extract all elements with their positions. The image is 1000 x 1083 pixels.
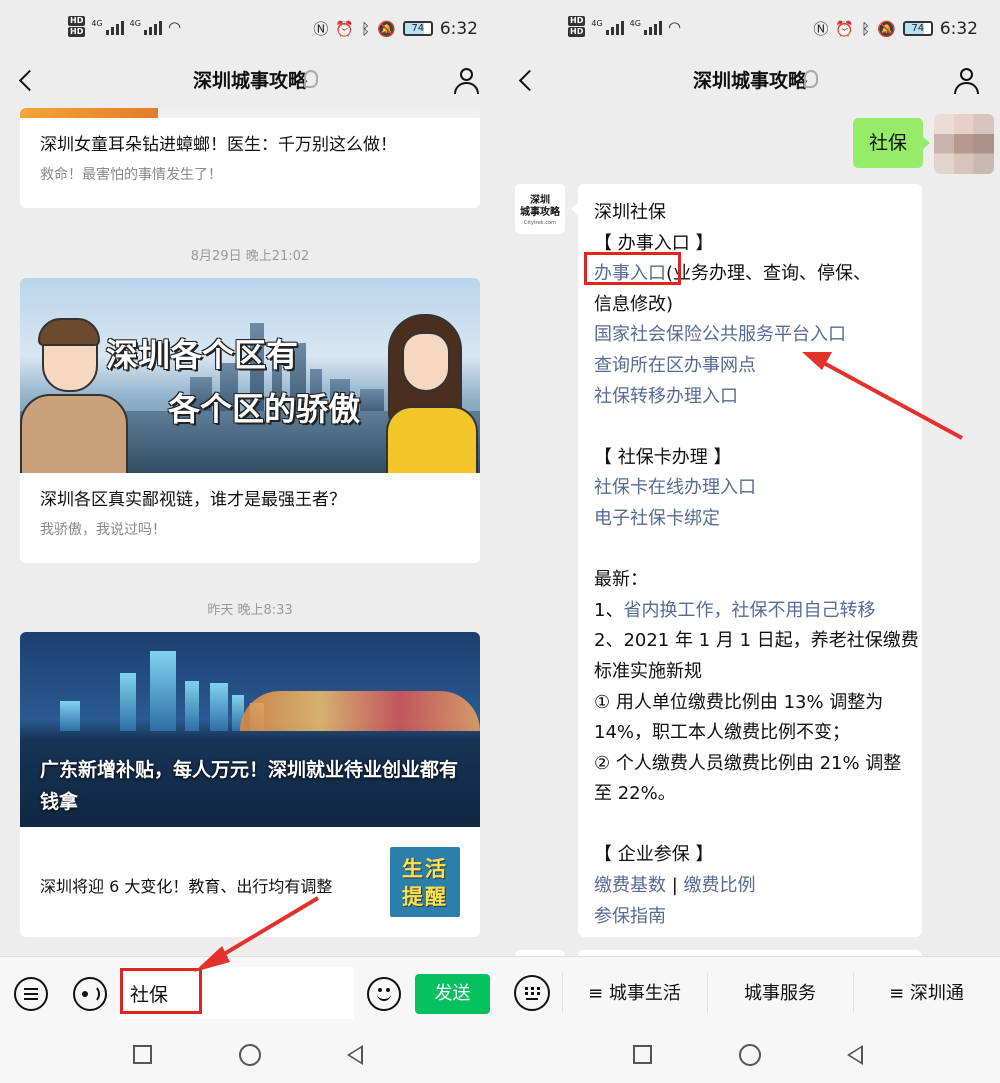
arrow-to-links bbox=[802, 352, 963, 440]
arrow-to-input bbox=[194, 896, 320, 972]
annotation-arrows bbox=[194, 352, 963, 972]
